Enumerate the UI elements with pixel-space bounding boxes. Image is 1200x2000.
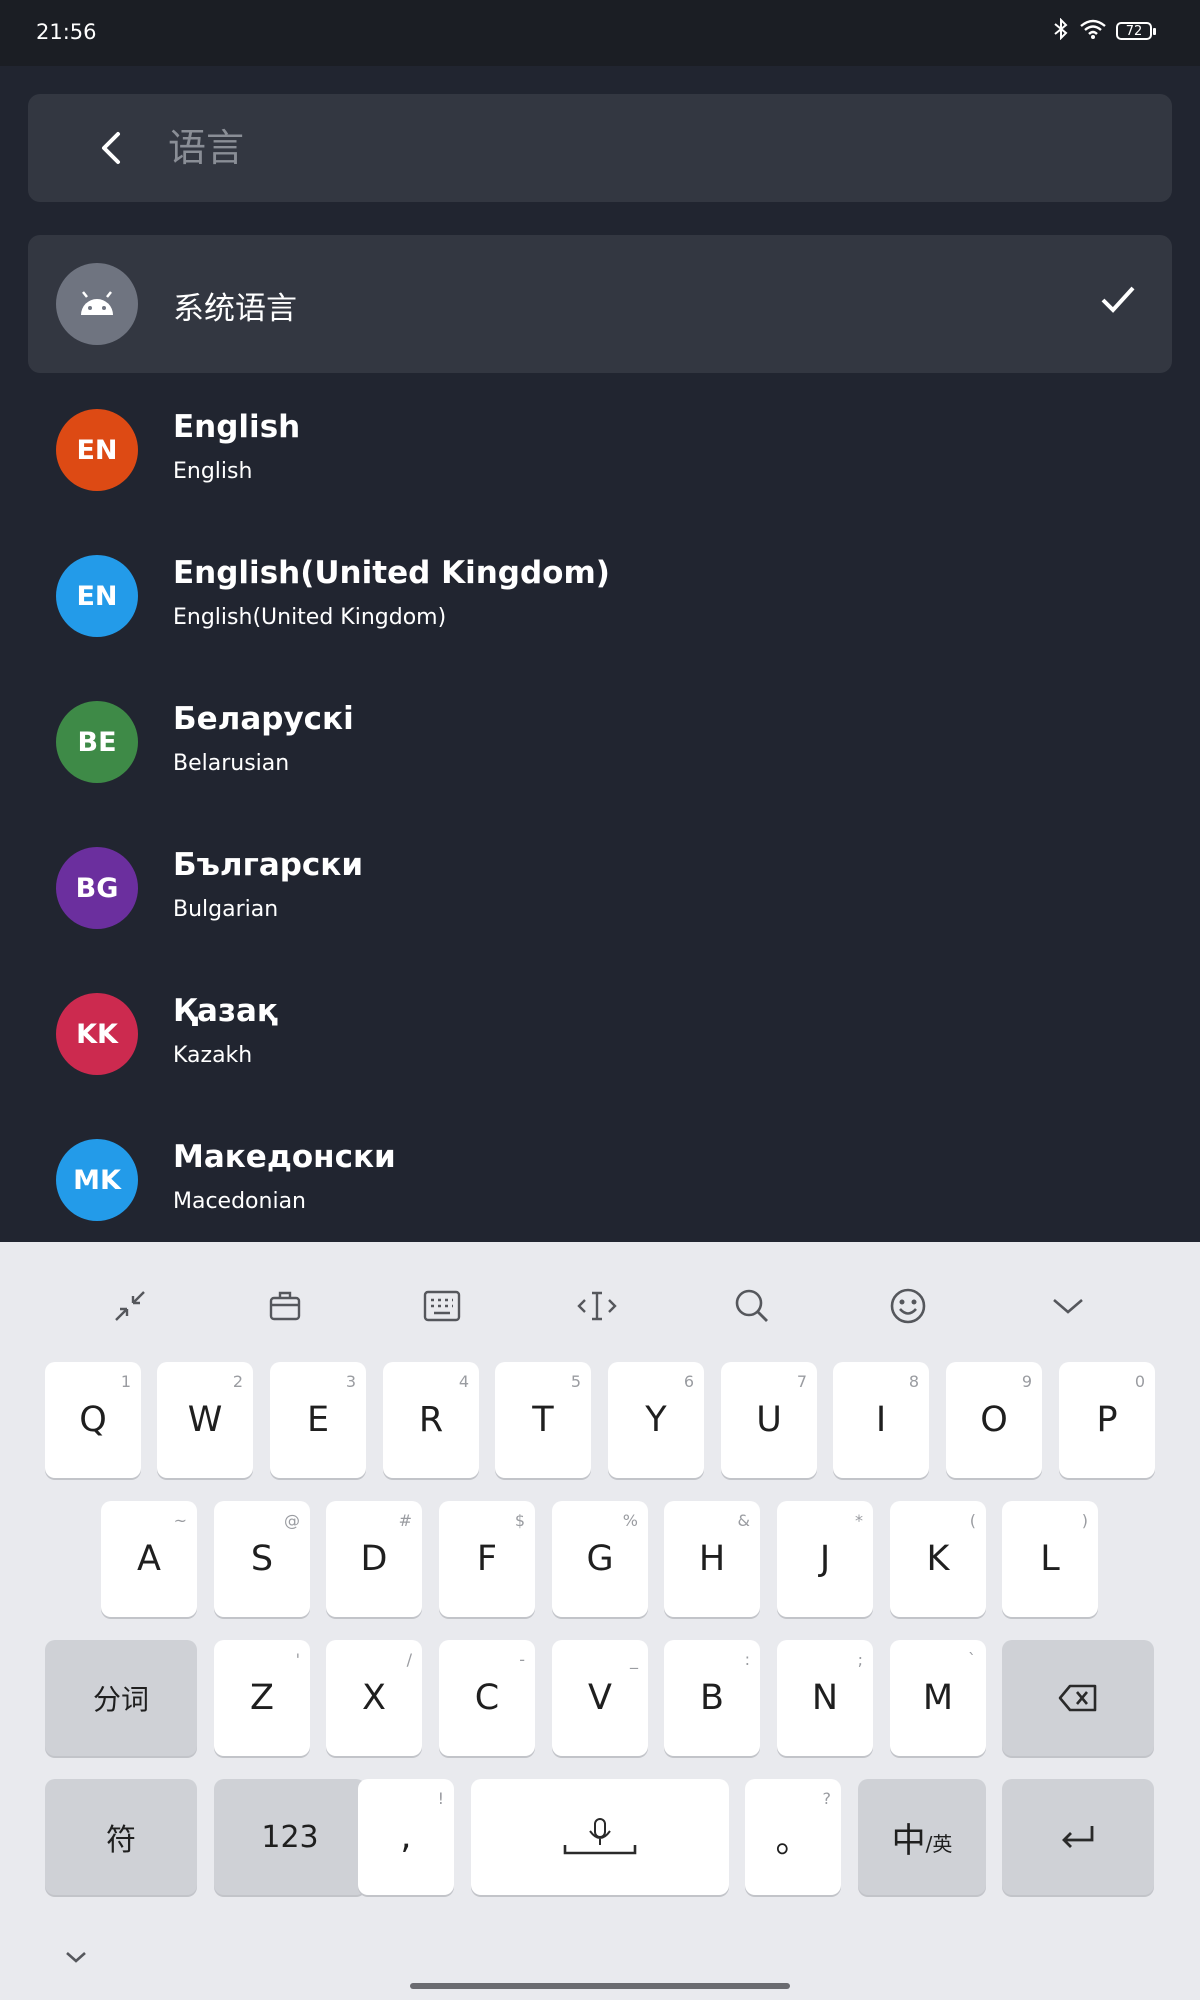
search-bar[interactable]: 语言: [28, 94, 1172, 202]
emoji-icon[interactable]: [878, 1280, 938, 1332]
language-avatar: EN: [56, 555, 138, 637]
shrink-icon[interactable]: [100, 1280, 160, 1332]
keyboard-layout-icon[interactable]: [412, 1280, 472, 1332]
language-subtitle: Macedonian: [173, 1189, 306, 1214]
battery-level: 72: [1116, 22, 1152, 40]
status-icons: 72: [1052, 17, 1156, 44]
key-g[interactable]: G%: [552, 1501, 648, 1617]
key-r[interactable]: R4: [383, 1362, 479, 1478]
language-item-system[interactable]: 系统语言: [28, 235, 1172, 373]
key-o[interactable]: O9: [946, 1362, 1042, 1478]
home-indicator[interactable]: [410, 1983, 790, 1989]
language-item[interactable]: EN English(United Kingdom) English(Unite…: [28, 527, 1172, 665]
key-u[interactable]: U7: [721, 1362, 817, 1478]
language-subtitle: English: [173, 459, 253, 484]
key-q[interactable]: Q1: [45, 1362, 141, 1478]
language-subtitle: English(United Kingdom): [173, 605, 447, 630]
language-avatar: MK: [56, 1139, 138, 1221]
key-w[interactable]: W2: [157, 1362, 253, 1478]
key-x[interactable]: X /: [326, 1640, 422, 1756]
key-d[interactable]: D #: [326, 1501, 422, 1617]
key-e[interactable]: E3: [270, 1362, 366, 1478]
enter-icon: [1062, 1826, 1094, 1848]
android-icon: [81, 291, 113, 315]
key-t[interactable]: T5: [495, 1362, 591, 1478]
language-item[interactable]: BE Беларускі Belarusian: [28, 673, 1172, 811]
language-title: Македонски: [173, 1139, 396, 1175]
language-title: Български: [173, 847, 364, 883]
language-subtitle: Belarusian: [173, 751, 290, 776]
key-s[interactable]: S @: [214, 1501, 310, 1617]
status-bar: 21:56 72: [0, 0, 1200, 66]
back-arrow-icon: [102, 132, 120, 164]
bluetooth-icon: [1052, 17, 1070, 44]
language-item[interactable]: MK Македонски Macedonian: [28, 1111, 1172, 1249]
numbers-key[interactable]: 123: [214, 1779, 366, 1895]
language-avatar: EN: [56, 409, 138, 491]
language-avatar: BG: [56, 847, 138, 929]
language-item[interactable]: BG Български Bulgarian: [28, 819, 1172, 957]
check-icon: [1100, 283, 1136, 319]
key-m[interactable]: M `: [890, 1640, 986, 1756]
key-b[interactable]: B:: [664, 1640, 760, 1756]
enter-key[interactable]: [1002, 1779, 1154, 1895]
comma-key[interactable]: ,!: [358, 1779, 454, 1895]
language-switch-key[interactable]: 中/英: [858, 1779, 986, 1895]
language-avatar: [56, 263, 138, 345]
backspace-icon: [1058, 1684, 1097, 1712]
key-v[interactable]: V _: [552, 1640, 648, 1756]
language-avatar: KK: [56, 993, 138, 1075]
key-p[interactable]: P0: [1059, 1362, 1155, 1478]
key-a[interactable]: A ~: [101, 1501, 197, 1617]
period-key[interactable]: 。?: [745, 1779, 841, 1895]
space-key[interactable]: [471, 1779, 729, 1895]
language-title: Қазақ: [173, 993, 278, 1029]
segment-key[interactable]: 分词: [45, 1640, 197, 1756]
search-icon[interactable]: [722, 1280, 782, 1332]
key-n[interactable]: N;: [777, 1640, 873, 1756]
language-title: 系统语言: [173, 291, 297, 327]
soft-keyboard: Q1 W2 E3 R4 T5 Y6 U7 I8 O9 P0 A ~ S @ D # F…: [0, 1242, 1200, 2000]
key-c[interactable]: C-: [439, 1640, 535, 1756]
keyboard-collapse-icon[interactable]: [58, 1942, 94, 1972]
language-subtitle: Bulgarian: [173, 897, 279, 922]
language-item[interactable]: EN English English: [28, 381, 1172, 519]
language-title: English(United Kingdom): [173, 555, 610, 591]
wifi-icon: [1080, 19, 1106, 43]
language-avatar: BE: [56, 701, 138, 783]
key-j[interactable]: J *: [777, 1501, 873, 1617]
key-y[interactable]: Y6: [608, 1362, 704, 1478]
backspace-key[interactable]: [1002, 1640, 1154, 1756]
language-item[interactable]: KK Қазақ Kazakh: [28, 965, 1172, 1103]
language-title: English: [173, 409, 301, 445]
key-h[interactable]: H &: [664, 1501, 760, 1617]
cursor-icon[interactable]: [567, 1280, 627, 1332]
key-f[interactable]: F $: [439, 1501, 535, 1617]
search-input[interactable]: 语言: [168, 120, 244, 176]
symbols-key[interactable]: 符: [45, 1779, 197, 1895]
key-z[interactable]: Z ': [214, 1640, 310, 1756]
language-title: Беларускі: [173, 701, 354, 737]
language-subtitle: Kazakh: [173, 1043, 253, 1068]
microphone-icon: [563, 1818, 637, 1855]
status-time: 21:56: [36, 20, 97, 44]
key-l[interactable]: L): [1002, 1501, 1098, 1617]
key-k[interactable]: K(: [890, 1501, 986, 1617]
battery-icon: 72: [1116, 22, 1156, 40]
key-i[interactable]: I8: [833, 1362, 929, 1478]
back-button[interactable]: [86, 120, 136, 176]
hide-keyboard-icon[interactable]: [1038, 1280, 1098, 1332]
clipboard-icon[interactable]: [255, 1280, 315, 1332]
